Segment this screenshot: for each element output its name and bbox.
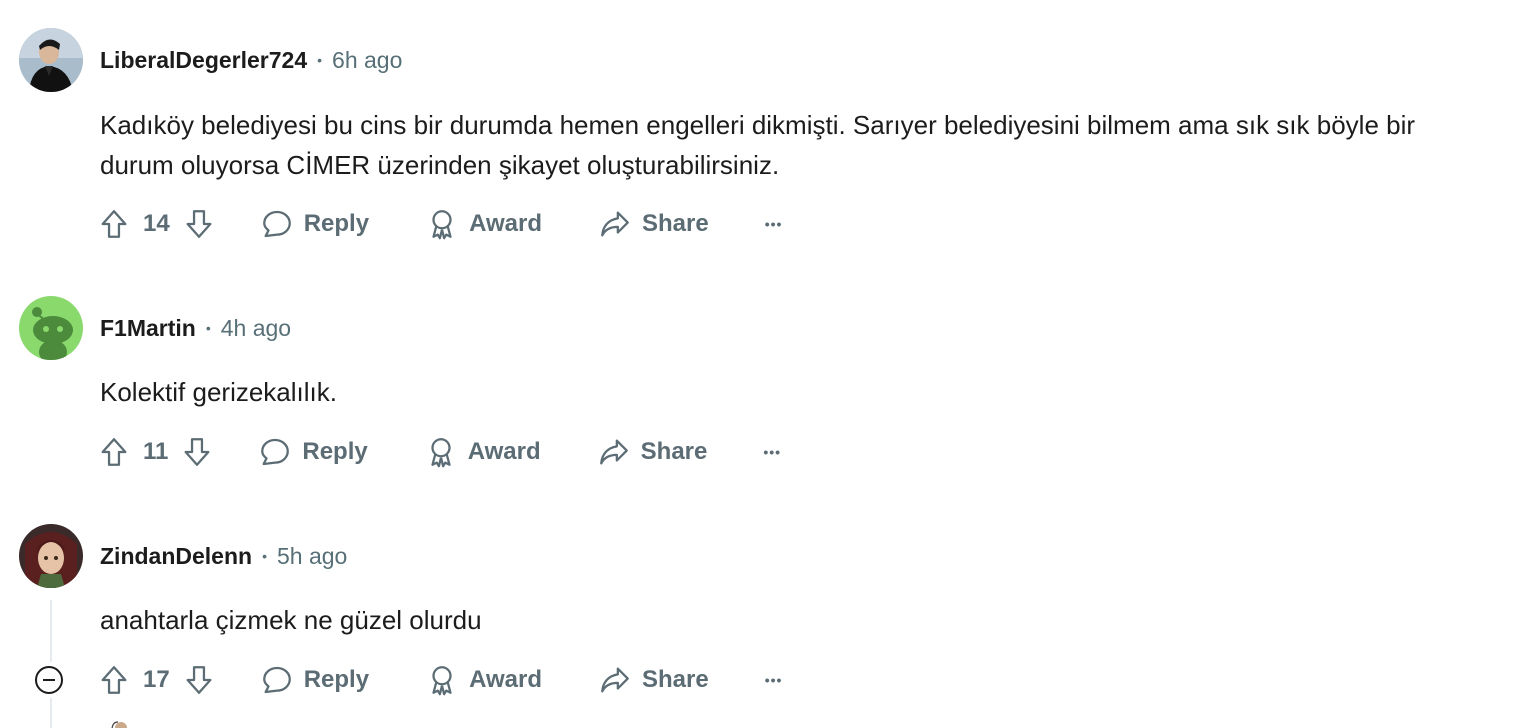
- reply-avatar-partial[interactable]: [108, 716, 132, 728]
- comment-meta: LiberalDegerler724 • 6h ago: [100, 40, 402, 80]
- comment-actions: 17 Reply Award Share •••: [97, 656, 782, 704]
- award-label: Award: [467, 438, 541, 465]
- meta-separator: •: [317, 52, 323, 68]
- reply-icon: [262, 666, 291, 694]
- username[interactable]: F1Martin: [100, 315, 196, 342]
- comment-body: anahtarla çizmek ne güzel olurdu: [100, 605, 482, 635]
- upvote-icon: [101, 438, 127, 466]
- more-options-button[interactable]: •••: [765, 216, 783, 232]
- upvote-button[interactable]: [97, 207, 131, 241]
- reply-label: Reply: [303, 210, 370, 237]
- award-label: Award: [469, 666, 542, 693]
- more-icon: •••: [764, 216, 783, 232]
- more-icon: •••: [763, 444, 782, 460]
- reply-icon: [262, 210, 291, 238]
- more-icon: •••: [764, 672, 783, 688]
- share-label: Share: [641, 210, 709, 237]
- thread-rail[interactable]: [50, 600, 52, 662]
- share-icon: [601, 211, 629, 237]
- snoo-avatar-icon: [19, 296, 83, 360]
- award-button[interactable]: Award: [425, 663, 542, 697]
- downvote-icon: [186, 666, 212, 694]
- share-label: Share: [641, 666, 709, 693]
- award-button[interactable]: Award: [424, 435, 541, 469]
- reply-button[interactable]: Reply: [260, 207, 369, 241]
- avatar[interactable]: [19, 524, 83, 588]
- comment-body: Kolektif gerizekalılık.: [100, 377, 337, 407]
- more-options-button[interactable]: •••: [765, 672, 783, 688]
- downvote-button[interactable]: [182, 663, 216, 697]
- thread-rail[interactable]: [50, 698, 52, 728]
- comment-actions: 11 Reply Award Share •••: [97, 428, 781, 476]
- downvote-icon: [184, 438, 210, 466]
- timestamp[interactable]: 5h ago: [277, 543, 347, 570]
- vote-count: 17: [143, 666, 170, 693]
- comment-meta: F1Martin • 4h ago: [100, 308, 291, 348]
- user-avatar-image: [19, 524, 83, 588]
- upvote-icon: [101, 210, 127, 238]
- username[interactable]: ZindanDelenn: [100, 543, 252, 570]
- reply-button[interactable]: Reply: [260, 663, 369, 697]
- award-button[interactable]: Award: [425, 207, 542, 241]
- downvote-button[interactable]: [180, 435, 214, 469]
- meta-separator: •: [262, 548, 267, 564]
- reply-button[interactable]: Reply: [258, 435, 368, 469]
- share-icon: [599, 439, 628, 465]
- award-icon: [431, 438, 451, 468]
- award-label: Award: [469, 210, 542, 237]
- downvote-icon: [186, 210, 212, 238]
- upvote-icon: [101, 666, 127, 694]
- avatar[interactable]: [19, 28, 83, 92]
- timestamp[interactable]: 4h ago: [221, 315, 291, 342]
- meta-separator: •: [205, 320, 211, 336]
- avatar[interactable]: [19, 296, 83, 360]
- reply-icon: [261, 438, 290, 466]
- vote-count: 11: [143, 438, 169, 465]
- more-options-button[interactable]: •••: [763, 444, 781, 460]
- downvote-button[interactable]: [182, 207, 216, 241]
- share-label: Share: [640, 438, 708, 465]
- award-icon: [432, 210, 452, 240]
- timestamp[interactable]: 6h ago: [332, 47, 402, 74]
- comment-body: Kadıköy belediyesi bu cins bir durumda h…: [100, 110, 1416, 180]
- comment-actions: 14 Reply Award Share •••: [97, 200, 782, 248]
- share-button[interactable]: Share: [598, 207, 709, 241]
- upvote-button[interactable]: [97, 435, 131, 469]
- comment-meta: ZindanDelenn • 5h ago: [100, 536, 347, 576]
- reply-label: Reply: [302, 438, 368, 465]
- share-button[interactable]: Share: [597, 435, 708, 469]
- upvote-button[interactable]: [97, 663, 131, 697]
- share-icon: [601, 667, 629, 693]
- share-button[interactable]: Share: [598, 663, 709, 697]
- collapse-thread-button[interactable]: [35, 666, 63, 694]
- user-avatar-image: [19, 28, 83, 92]
- vote-count: 14: [143, 210, 170, 237]
- username[interactable]: LiberalDegerler724: [100, 47, 307, 74]
- user-avatar-image: [111, 721, 127, 728]
- reply-label: Reply: [303, 666, 370, 693]
- award-icon: [432, 666, 452, 696]
